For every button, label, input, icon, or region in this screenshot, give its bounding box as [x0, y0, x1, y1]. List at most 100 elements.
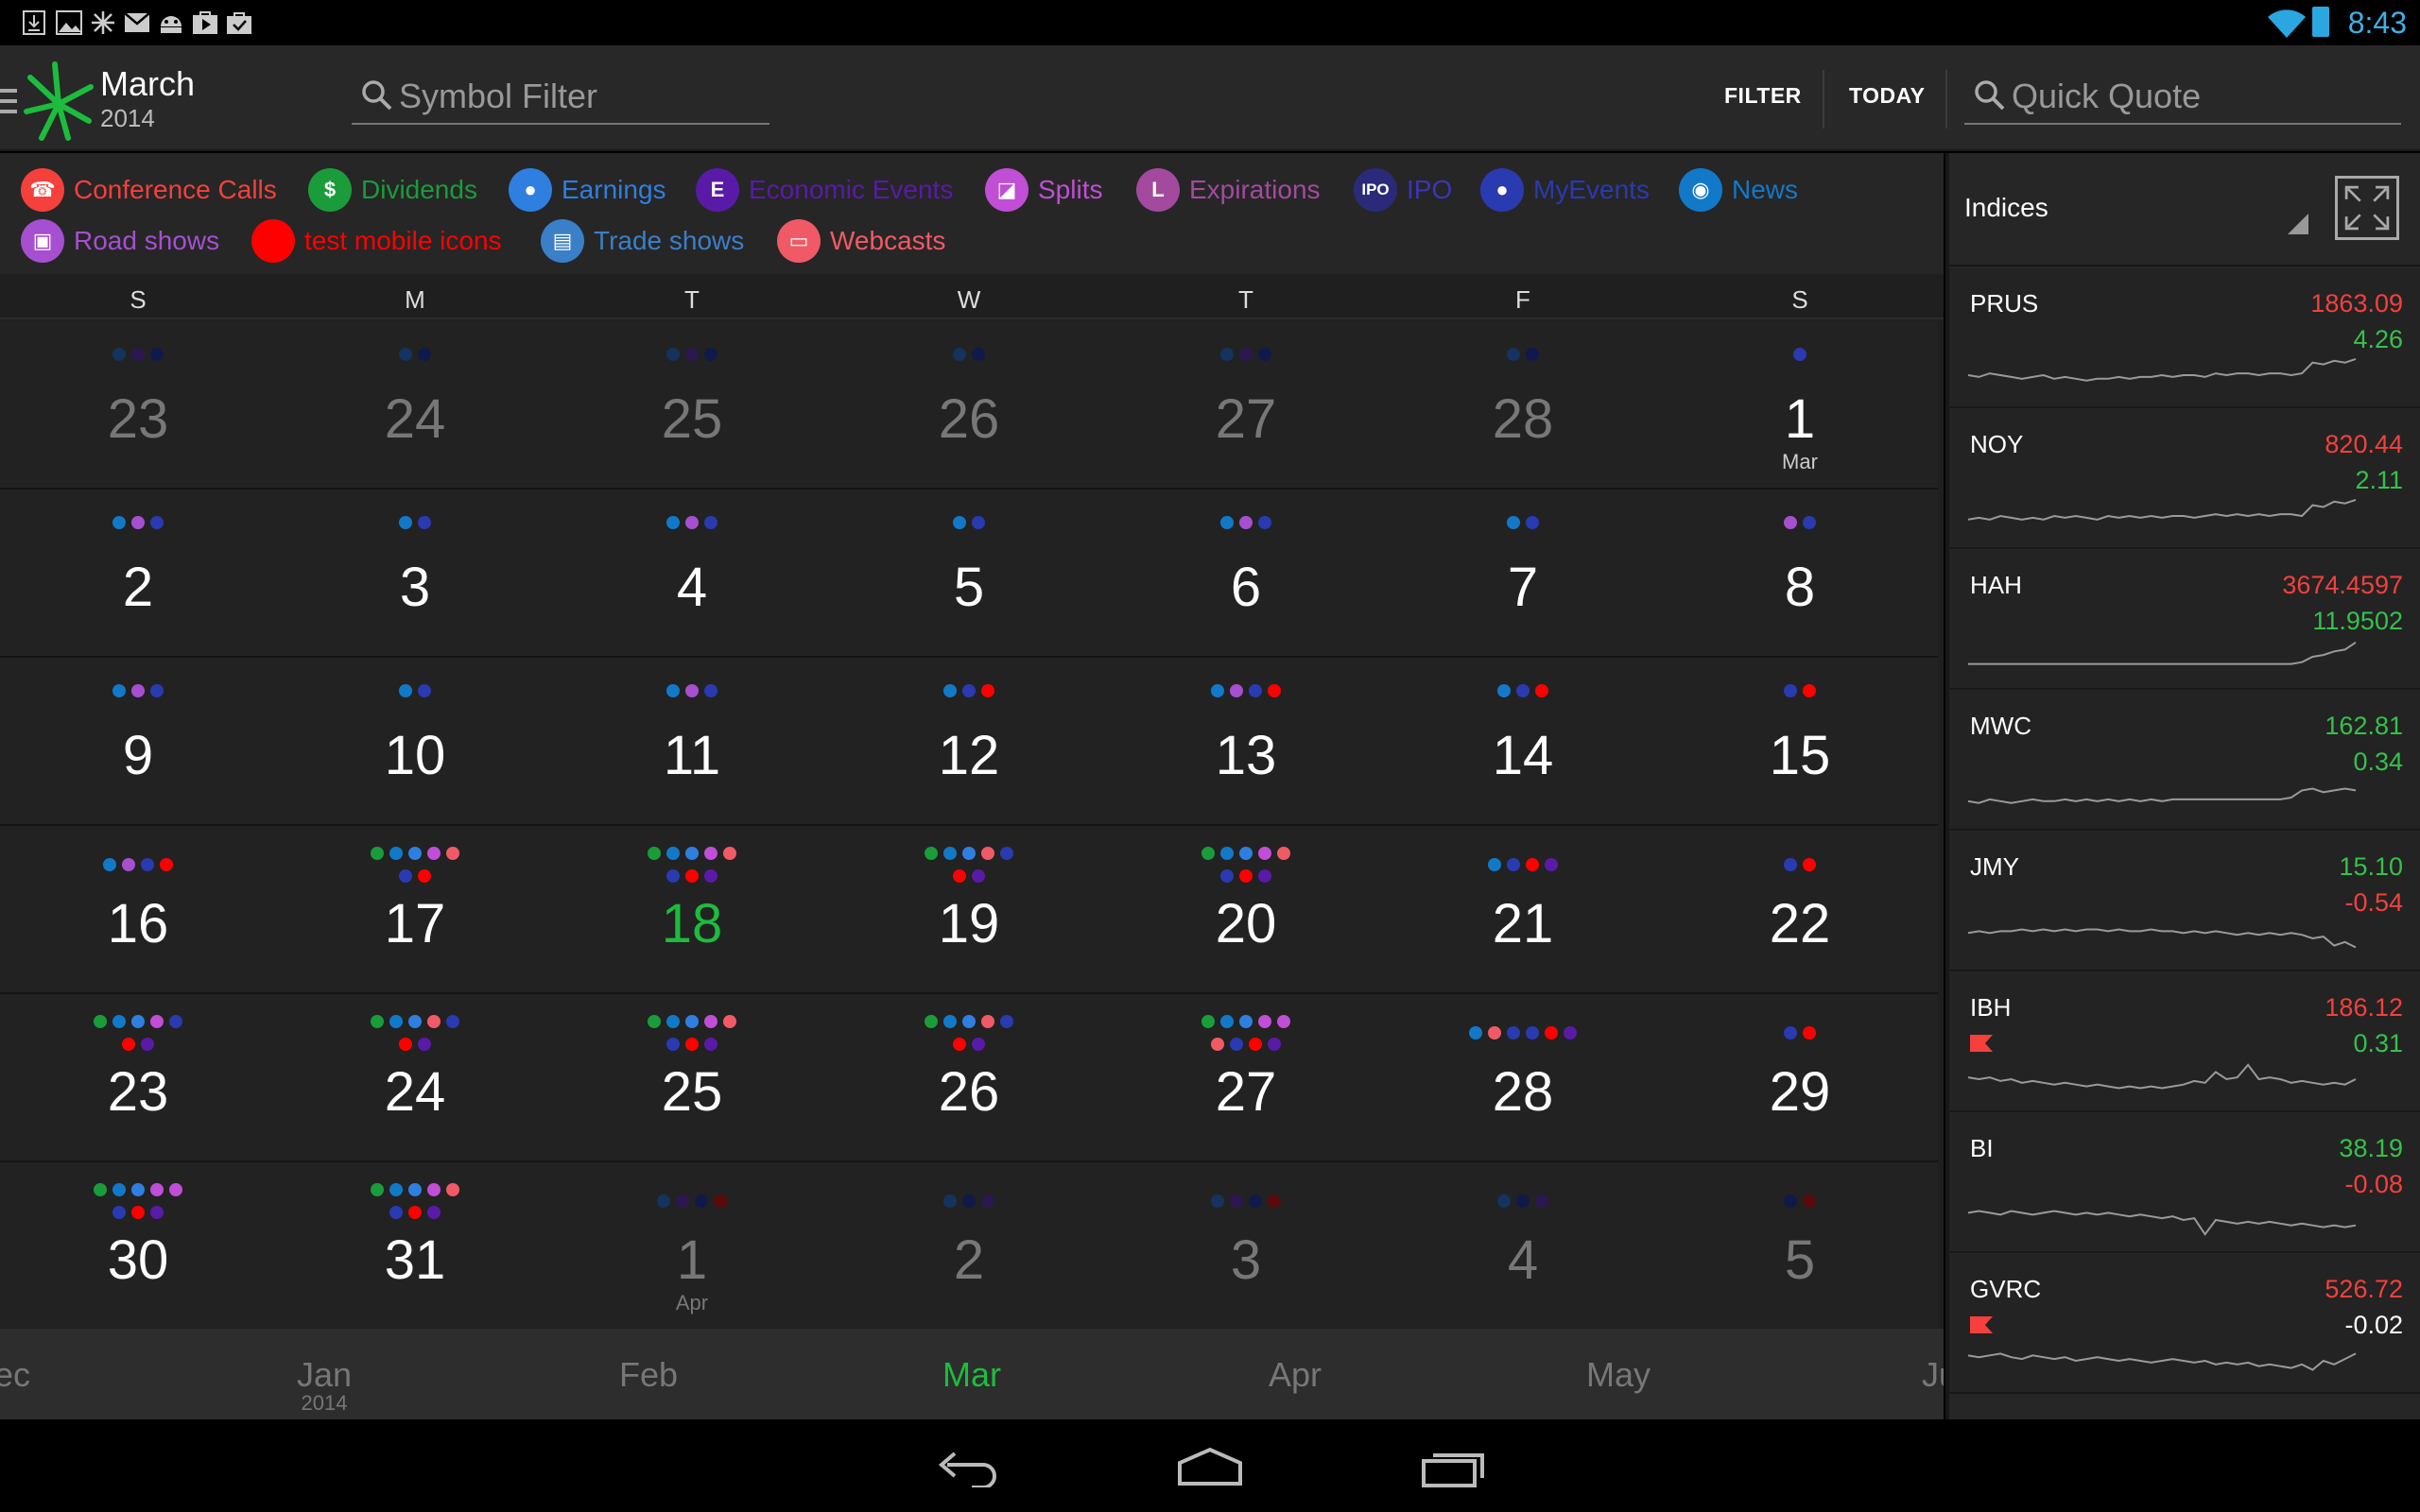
day-number: 23 [107, 1061, 169, 1123]
month-scroller-item[interactable]: Jan [297, 1355, 352, 1395]
month-scroller-item[interactable]: ec [0, 1355, 30, 1395]
day-cell[interactable]: 31 [277, 1162, 553, 1331]
symbol-filter-field[interactable] [352, 66, 769, 125]
legend-item[interactable]: E Economic Events [696, 166, 953, 214]
event-dot [1000, 847, 1013, 860]
recents-icon[interactable] [1420, 1446, 1488, 1487]
day-cell[interactable]: 18 [554, 826, 830, 994]
legend-item[interactable]: ▣ Road shows [21, 217, 219, 265]
symbol-filter-input[interactable] [399, 76, 734, 117]
day-cell[interactable]: 27 [1108, 321, 1384, 490]
month-scroller[interactable]: ec Jan2014 Feb Mar Apr May Ju [0, 1329, 1944, 1419]
legend-item[interactable]: ● Earnings [509, 166, 666, 214]
day-cell[interactable]: 28 [1385, 994, 1661, 1162]
quote-row[interactable]: HAH 3674.4597 11.9502 [1949, 550, 2420, 690]
dropdown-caret-icon[interactable] [2288, 214, 2308, 234]
month-scroller-item[interactable]: Ju [1922, 1355, 1944, 1395]
day-cell[interactable]: 16 [0, 826, 276, 994]
filter-button[interactable]: FILTER [1724, 83, 1802, 109]
day-cell[interactable]: 6 [1108, 490, 1384, 658]
day-cell[interactable]: 5 [831, 490, 1107, 658]
quote-row[interactable]: MWC 162.81 0.34 [1949, 691, 2420, 831]
day-cell[interactable]: 24 [277, 994, 553, 1162]
day-cell[interactable]: 3 [277, 490, 553, 658]
day-cell[interactable]: 2 [831, 1162, 1107, 1331]
day-cell[interactable]: 12 [831, 658, 1107, 826]
day-cell[interactable]: 8 [1662, 490, 1938, 658]
day-cell[interactable]: 2 [0, 490, 276, 658]
quote-row[interactable]: PRUS 1863.09 4.26 [1949, 268, 2420, 408]
event-dot [943, 684, 957, 697]
day-cell[interactable]: 20 [1108, 826, 1384, 994]
legend-item[interactable]: ◉ News [1679, 166, 1798, 214]
day-cell[interactable]: 4 [554, 490, 830, 658]
event-dots [1662, 682, 1938, 705]
day-cell[interactable]: 29 [1662, 994, 1938, 1162]
day-cell[interactable]: 3 [1108, 1162, 1384, 1331]
legend-item[interactable]: test mobile icons [251, 217, 502, 265]
quote-row[interactable]: IBH 186.12 0.31 [1949, 972, 2420, 1112]
legend-item[interactable]: ☎ Conference Calls [21, 166, 277, 214]
day-cell[interactable]: 30 [0, 1162, 276, 1331]
day-cell[interactable]: 27 [1108, 994, 1384, 1162]
legend-label: Webcasts [830, 226, 946, 255]
legend-item[interactable]: $ Dividends [308, 166, 477, 214]
day-cell[interactable]: 13 [1108, 658, 1384, 826]
indices-dropdown[interactable]: Indices [1964, 193, 2048, 223]
fullscreen-expand-icon[interactable] [2335, 176, 2399, 240]
month-scroller-item[interactable]: Feb [619, 1355, 678, 1395]
day-cell[interactable]: 26 [831, 321, 1107, 490]
day-cell[interactable]: 26 [831, 994, 1107, 1162]
quote-row[interactable]: GVRC 526.72 -0.02 [1949, 1254, 2420, 1394]
day-cell[interactable]: 1 Mar [1662, 321, 1938, 490]
month-scroller-item[interactable]: Apr [1269, 1355, 1322, 1395]
day-cell[interactable]: 7 [1385, 490, 1661, 658]
day-cell[interactable]: 24 [277, 321, 553, 490]
quick-quote-input[interactable] [2012, 76, 2361, 117]
day-cell[interactable]: 21 [1385, 826, 1661, 994]
month-scroller-item[interactable]: May [1586, 1355, 1651, 1395]
legend-item[interactable]: ▭ Webcasts [777, 217, 945, 265]
quick-quote-field[interactable] [1964, 66, 2401, 125]
day-cell[interactable]: 19 [831, 826, 1107, 994]
sparkline-path [1968, 1063, 2357, 1090]
month-title[interactable]: March [100, 64, 195, 104]
legend-item[interactable]: ● MyEvents [1480, 166, 1650, 214]
day-cell[interactable]: 5 [1662, 1162, 1938, 1331]
month-scroller-item[interactable]: Mar [942, 1355, 1001, 1395]
day-cell[interactable]: 23 [0, 321, 276, 490]
event-dot [112, 1183, 126, 1196]
quote-row[interactable]: NOY 820.44 2.11 [1949, 409, 2420, 549]
day-cell[interactable]: 4 [1385, 1162, 1661, 1331]
year-title[interactable]: 2014 [100, 104, 155, 133]
day-cell[interactable]: 28 [1385, 321, 1661, 490]
day-cell[interactable]: 22 [1662, 826, 1938, 994]
legend-item[interactable]: IPO IPO [1354, 166, 1452, 214]
sparkline-path [1968, 1210, 2357, 1236]
home-icon[interactable] [1176, 1446, 1244, 1487]
event-dot [141, 1038, 154, 1051]
today-button[interactable]: TODAY [1849, 83, 1925, 109]
day-cell[interactable]: 25 [554, 321, 830, 490]
day-cell[interactable]: 25 [554, 994, 830, 1162]
day-cell[interactable]: 10 [277, 658, 553, 826]
day-cell[interactable]: 9 [0, 658, 276, 826]
legend-item[interactable]: ◪ Splits [985, 166, 1102, 214]
day-cell[interactable]: 11 [554, 658, 830, 826]
day-cell[interactable]: 23 [0, 994, 276, 1162]
event-dot [1220, 516, 1234, 529]
month-scroller-year: 2014 [301, 1391, 348, 1415]
quote-row[interactable]: BI 38.19 -0.08 [1949, 1113, 2420, 1253]
app-logo-icon[interactable] [21, 59, 96, 142]
event-dot [953, 516, 966, 529]
day-cell[interactable]: 1 Apr [554, 1162, 830, 1331]
legend-item[interactable]: ▤ Trade shows [541, 217, 744, 265]
back-icon[interactable] [934, 1446, 1000, 1487]
day-cell[interactable]: 17 [277, 826, 553, 994]
day-cell[interactable]: 14 [1385, 658, 1661, 826]
day-cell[interactable]: 15 [1662, 658, 1938, 826]
drawer-menu-icon[interactable] [0, 89, 21, 113]
legend-item[interactable]: L Expirations [1136, 166, 1321, 214]
quote-row[interactable]: JMY 15.10 -0.54 [1949, 832, 2420, 971]
day-month-label: Apr [675, 1291, 709, 1314]
